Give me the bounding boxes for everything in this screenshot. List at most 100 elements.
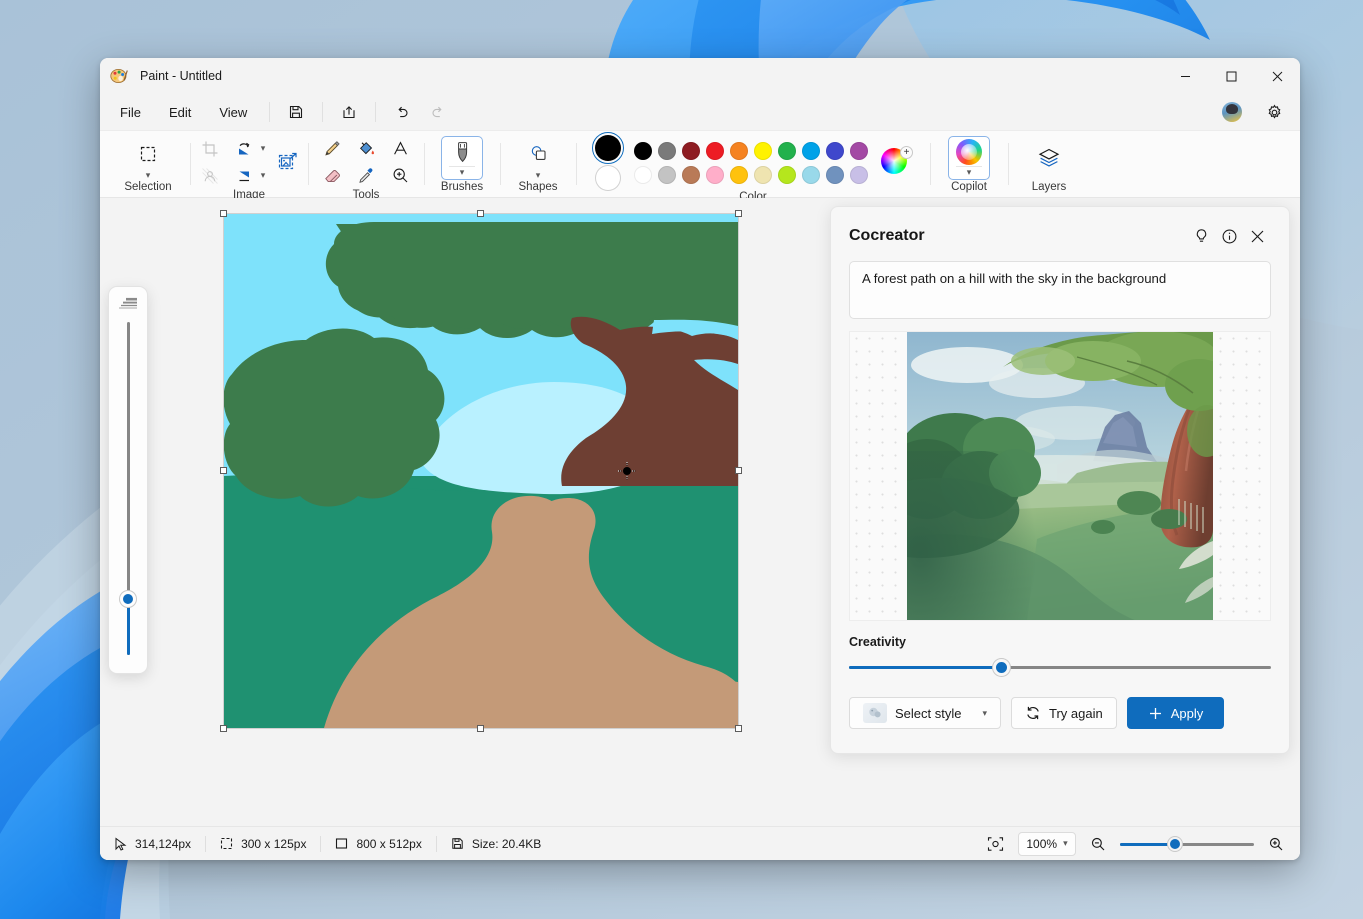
color-swatch-row1-4[interactable] xyxy=(730,142,748,160)
redo-icon[interactable] xyxy=(422,98,454,126)
color-swatch-row1-8[interactable] xyxy=(826,142,844,160)
undo-icon[interactable] xyxy=(386,98,418,126)
brush-size-thumb[interactable] xyxy=(120,591,136,607)
color-swatch-row2-6[interactable] xyxy=(778,166,796,184)
brushes-button[interactable]: ▾ xyxy=(441,136,483,180)
chevron-down-icon[interactable]: ▾ xyxy=(146,171,151,180)
maximize-button[interactable] xyxy=(1208,58,1254,94)
menu-file[interactable]: File xyxy=(108,100,153,125)
close-icon[interactable] xyxy=(1243,222,1271,250)
color-swatch-row1-7[interactable] xyxy=(802,142,820,160)
color-swatch-cell xyxy=(703,163,727,187)
color-swatch-row2-5[interactable] xyxy=(754,166,772,184)
lightbulb-icon[interactable] xyxy=(1187,222,1215,250)
zoom-level-select[interactable]: 100% ▾ xyxy=(1018,832,1076,856)
apply-label: Apply xyxy=(1171,706,1204,721)
select-style-button[interactable]: Select style ▾ xyxy=(849,697,1001,729)
color-swatch-row2-1[interactable] xyxy=(658,166,676,184)
menu-view[interactable]: View xyxy=(207,100,259,125)
shapes-icon[interactable] xyxy=(521,137,555,171)
group-shapes-label: Shapes xyxy=(518,181,557,197)
chevron-down-icon[interactable]: ▾ xyxy=(261,144,266,153)
selection-size: 300 x 125px xyxy=(206,835,320,853)
cursor-position-label: 314,124px xyxy=(135,837,191,851)
canvas-handle-bl[interactable] xyxy=(220,725,227,732)
apply-button[interactable]: Apply xyxy=(1127,697,1225,729)
color-swatch-cell xyxy=(823,139,847,163)
shapes-button[interactable]: ▾ xyxy=(521,137,555,180)
color-swatch-row2-0[interactable] xyxy=(634,166,652,184)
eraser-icon[interactable] xyxy=(315,159,349,193)
canvas-handle-tl[interactable] xyxy=(220,210,227,217)
titlebar: Paint - Untitled xyxy=(100,58,1300,94)
zoom-slider-thumb[interactable] xyxy=(1168,837,1182,851)
flip-button[interactable]: ▾ xyxy=(227,159,266,193)
canvas-handle-mr[interactable] xyxy=(735,467,742,474)
color-swatch-row2-7[interactable] xyxy=(802,166,820,184)
menu-edit[interactable]: Edit xyxy=(157,100,203,125)
cocreator-header: Cocreator xyxy=(849,221,1271,251)
try-again-label: Try again xyxy=(1049,706,1103,721)
flip-icon[interactable] xyxy=(227,159,261,193)
try-again-button[interactable]: Try again xyxy=(1011,697,1117,729)
color-swatch-row1-3[interactable] xyxy=(706,142,724,160)
group-shapes: ▾ Shapes xyxy=(500,131,576,197)
color-swatch-row1-0[interactable] xyxy=(634,142,652,160)
copilot-icon[interactable] xyxy=(952,139,986,165)
zoom-slider[interactable] xyxy=(1120,834,1254,854)
prompt-input[interactable]: A forest path on a hill with the sky in … xyxy=(849,261,1271,319)
close-button[interactable] xyxy=(1254,58,1300,94)
eyedropper-icon[interactable] xyxy=(349,159,383,193)
color-swatch-row1-5[interactable] xyxy=(754,142,772,160)
canvas-handle-ml[interactable] xyxy=(220,467,227,474)
zoom-out-icon[interactable] xyxy=(1086,832,1110,856)
canvas-handle-tc[interactable] xyxy=(477,210,484,217)
fit-to-window-icon[interactable] xyxy=(982,832,1008,856)
chevron-down-icon[interactable]: ▾ xyxy=(536,171,541,180)
color-swatch-cell xyxy=(823,163,847,187)
color-swatch-row1-1[interactable] xyxy=(658,142,676,160)
zoom-in-icon[interactable] xyxy=(1264,832,1288,856)
color-swatch-row2-3[interactable] xyxy=(706,166,724,184)
info-icon[interactable] xyxy=(1215,222,1243,250)
add-color-icon[interactable]: + xyxy=(900,146,913,159)
color-swatch-row2-2[interactable] xyxy=(682,166,700,184)
magnifier-icon[interactable] xyxy=(383,159,417,193)
primary-color-swatch[interactable] xyxy=(595,135,621,161)
chevron-down-icon[interactable]: ▾ xyxy=(460,168,465,177)
color-swatch-cell xyxy=(679,139,703,163)
selection-tool-button[interactable]: ▾ xyxy=(131,137,165,180)
remove-background-icon[interactable] xyxy=(193,159,227,193)
secondary-color-swatch[interactable] xyxy=(595,165,621,191)
creativity-thumb[interactable] xyxy=(993,659,1010,676)
creativity-slider[interactable] xyxy=(849,657,1271,679)
brush-size-slider[interactable] xyxy=(118,318,138,659)
account-avatar[interactable] xyxy=(1216,98,1248,126)
gear-icon[interactable] xyxy=(1258,98,1290,126)
chevron-down-icon[interactable]: ▾ xyxy=(967,168,972,177)
color-swatch-row1-6[interactable] xyxy=(778,142,796,160)
canvas-handle-bc[interactable] xyxy=(477,725,484,732)
menubar-divider-3 xyxy=(375,102,376,122)
canvas-handle-tr[interactable] xyxy=(735,210,742,217)
edit-colors-button[interactable]: + xyxy=(881,148,911,178)
color-swatch-row2-8[interactable] xyxy=(826,166,844,184)
canvas-handle-br[interactable] xyxy=(735,725,742,732)
copilot-button[interactable]: ▾ xyxy=(948,136,990,180)
color-swatch-row2-9[interactable] xyxy=(850,166,868,184)
rectangular-selection-icon[interactable] xyxy=(131,137,165,171)
resize-image-icon[interactable] xyxy=(271,145,305,179)
generated-image[interactable] xyxy=(907,331,1213,621)
color-swatch-row1-2[interactable] xyxy=(682,142,700,160)
share-icon[interactable] xyxy=(333,98,365,126)
save-icon[interactable] xyxy=(280,98,312,126)
color-swatch-row1-9[interactable] xyxy=(850,142,868,160)
color-swatch-row2-4[interactable] xyxy=(730,166,748,184)
layers-icon[interactable] xyxy=(1029,138,1069,178)
brush-icon[interactable] xyxy=(445,139,479,165)
chevron-down-icon[interactable]: ▾ xyxy=(1063,839,1068,848)
chevron-down-icon[interactable]: ▾ xyxy=(982,709,987,718)
chevron-down-icon[interactable]: ▾ xyxy=(261,171,266,180)
minimize-button[interactable] xyxy=(1162,58,1208,94)
drawing-canvas[interactable] xyxy=(224,214,738,728)
